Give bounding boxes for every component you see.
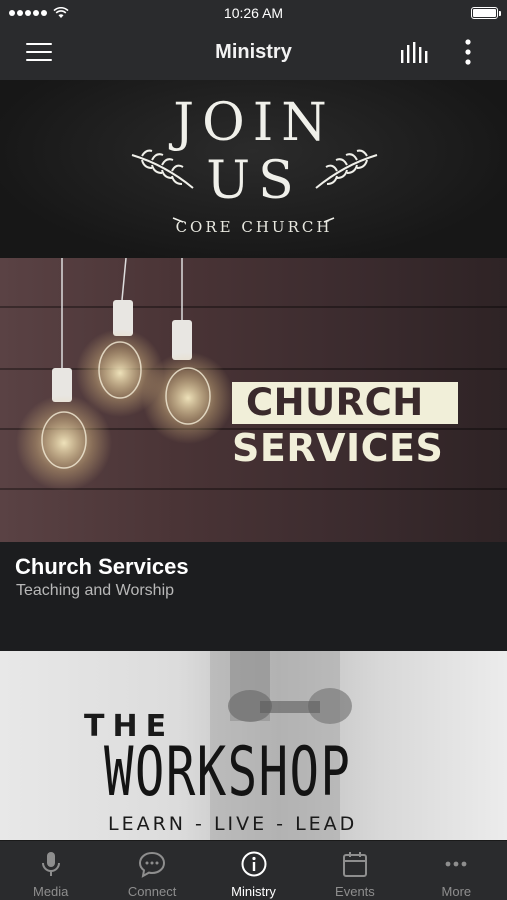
image-services-text: SERVICES (232, 426, 444, 470)
calendar-icon (342, 852, 367, 877)
tab-ministry[interactable]: Ministry (203, 841, 304, 900)
audio-bars-icon[interactable] (399, 42, 431, 64)
us-text: US (206, 151, 301, 211)
battery-icon (471, 7, 501, 19)
tab-label: Media (32, 884, 69, 899)
status-time: 10:26 AM (223, 5, 284, 21)
tab-events[interactable]: Events (304, 841, 405, 900)
tab-label: Connect (127, 884, 177, 899)
tab-bar: Media Connect Ministry Events More (0, 840, 507, 900)
microphone-icon (41, 852, 60, 876)
card-title: Church Services (15, 554, 189, 579)
the-workshop-card[interactable]: THE WORKSHOP LEARN - LIVE - LEAD (0, 651, 507, 840)
church-services-card[interactable]: CHURCH SERVICES Church Services Teaching… (0, 258, 507, 651)
left-laurel-icon (131, 149, 194, 189)
join-text: JOIN (168, 93, 335, 153)
vertical-more-icon[interactable] (461, 39, 475, 67)
ellipsis-icon (445, 861, 467, 867)
tab-connect[interactable]: Connect (101, 841, 202, 900)
status-bar: 10:26 AM (0, 0, 507, 26)
join-us-artwork: JOIN US CORE CHURCH (131, 93, 378, 236)
info-icon (241, 851, 267, 877)
tab-more[interactable]: More (406, 841, 507, 900)
right-laurel-icon (315, 149, 378, 189)
join-us-banner[interactable]: JOIN US CORE CHURCH (0, 80, 507, 258)
tab-label: Events (335, 884, 375, 899)
ministry-feed[interactable]: JOIN US CORE CHURCH CHURCH SERVICES Chur… (0, 80, 507, 840)
image-church-text: CHURCH (246, 381, 424, 424)
chat-bubble-icon (139, 851, 166, 878)
core-church-text: CORE CHURCH (176, 218, 333, 236)
tab-media[interactable]: Media (0, 841, 101, 900)
workshop-tagline-text: LEARN - LIVE - LEAD (108, 813, 358, 835)
tab-label: Ministry (231, 884, 276, 899)
workshop-title-text: WORKSHOP (104, 733, 352, 812)
church-services-image: CHURCH SERVICES (0, 258, 507, 542)
navigation-bar: Ministry (0, 26, 507, 80)
tab-label: More (441, 884, 472, 899)
card-subtitle: Teaching and Worship (16, 582, 175, 599)
